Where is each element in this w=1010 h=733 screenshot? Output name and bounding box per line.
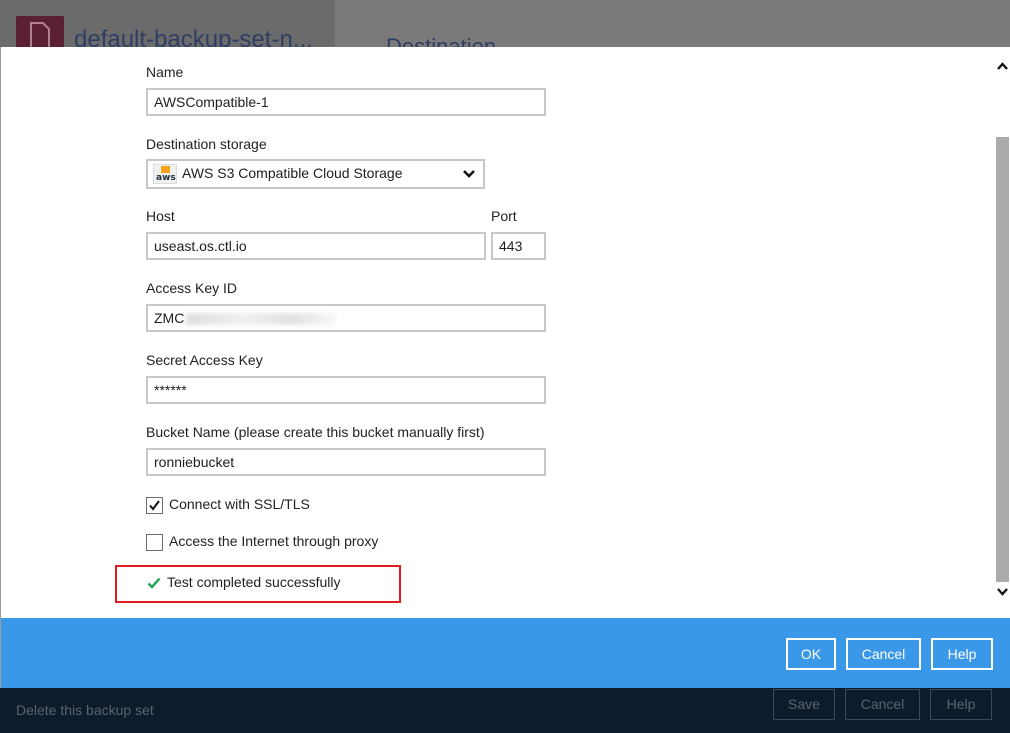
ok-button[interactable]: OK <box>786 638 836 670</box>
access-key-value: ZMC <box>154 310 185 326</box>
background-cancel-button: Cancel <box>845 689 920 720</box>
proxy-label: Access the Internet through proxy <box>169 533 379 549</box>
ssl-checkbox[interactable] <box>146 497 163 514</box>
name-input[interactable]: AWSCompatible-1 <box>146 88 546 116</box>
scroll-up-icon[interactable] <box>996 61 1009 71</box>
background-save-button: Save <box>773 689 835 720</box>
vertical-scrollbar[interactable] <box>994 47 1010 618</box>
destination-storage-select[interactable]: aws AWS S3 Compatible Cloud Storage <box>146 159 485 189</box>
access-key-label: Access Key ID <box>146 280 238 296</box>
ssl-label: Connect with SSL/TLS <box>169 496 310 512</box>
checkmark-icon <box>149 500 160 511</box>
destination-dialog: Name AWSCompatible-1 Destination storage… <box>0 47 1010 688</box>
dialog-footer: OK Cancel Help <box>1 618 1010 688</box>
secret-key-label: Secret Access Key <box>146 352 263 368</box>
access-key-input[interactable]: ZMC <box>146 304 546 332</box>
host-input[interactable]: useast.os.ctl.io <box>146 232 486 260</box>
background-help-button: Help <box>930 689 992 720</box>
port-label: Port <box>491 208 517 224</box>
help-button[interactable]: Help <box>931 638 993 670</box>
scrollbar-thumb[interactable] <box>996 137 1009 582</box>
secret-key-input[interactable]: ****** <box>146 376 546 404</box>
delete-backup-set-link: Delete this backup set <box>16 702 154 718</box>
success-check-icon <box>147 577 161 589</box>
test-status-box: Test completed successfully <box>115 565 401 603</box>
background-title: default-backup-set-n... <box>74 26 313 47</box>
aws-logo-icon: aws <box>153 164 177 184</box>
aws-logo-text: aws <box>156 173 176 183</box>
scroll-down-icon[interactable] <box>996 587 1009 597</box>
name-label: Name <box>146 64 184 80</box>
redacted-text <box>186 313 337 326</box>
background-header: default-backup-set-n... Destination <box>0 0 1010 47</box>
destination-storage-label: Destination storage <box>146 136 267 152</box>
host-label: Host <box>146 208 175 224</box>
test-status-text: Test completed successfully <box>167 574 341 590</box>
bucket-name-input[interactable]: ronniebucket <box>146 448 546 476</box>
background-footer: Delete this backup set Save Cancel Help <box>0 688 1010 733</box>
bucket-name-label: Bucket Name (please create this bucket m… <box>146 424 485 440</box>
cancel-button[interactable]: Cancel <box>846 638 921 670</box>
chevron-down-icon <box>463 170 475 178</box>
background-tab-destination: Destination <box>386 34 497 47</box>
port-input[interactable]: 443 <box>491 232 546 260</box>
destination-storage-value: AWS S3 Compatible Cloud Storage <box>182 165 403 181</box>
proxy-checkbox[interactable] <box>146 534 163 551</box>
backup-set-icon <box>16 16 64 47</box>
